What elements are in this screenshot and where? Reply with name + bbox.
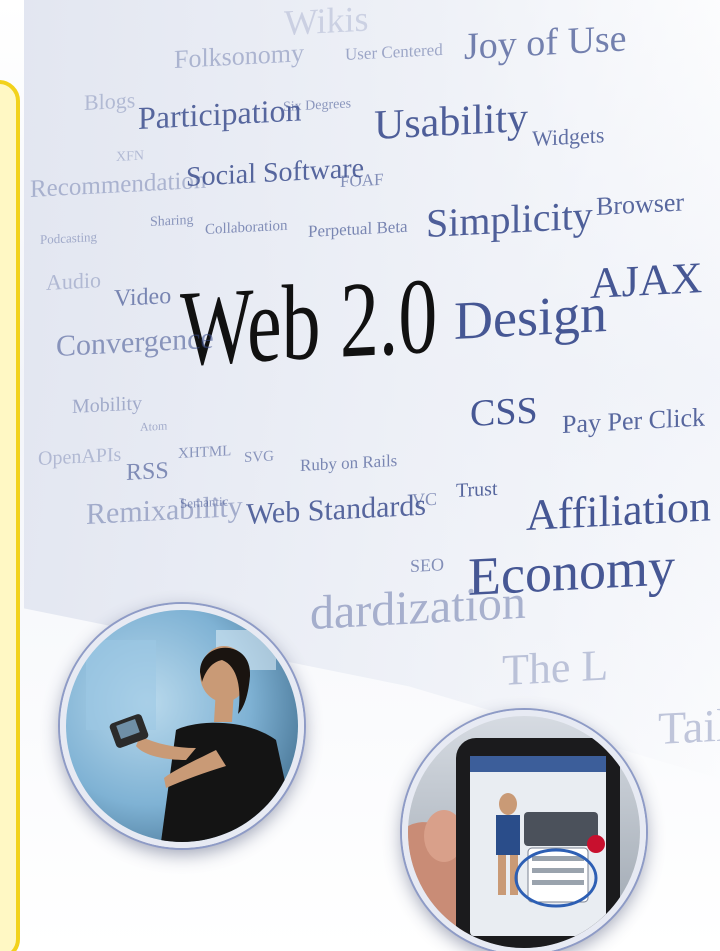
smartphone-image xyxy=(408,716,640,948)
word-affiliation: Affiliation xyxy=(526,481,711,540)
word-atom: Atom xyxy=(140,418,168,434)
word-standardization: dardization xyxy=(310,575,526,640)
word-xhtml: XHTML xyxy=(178,443,232,462)
word-simplicity: Simplicity xyxy=(426,192,593,246)
word-widgets: Widgets xyxy=(532,122,605,151)
word-tail: Tail xyxy=(658,699,720,754)
word-sharing: Sharing xyxy=(150,212,194,230)
word-joy-of-use: Joy of Use xyxy=(464,17,627,69)
woman-with-handheld-photo xyxy=(60,604,304,848)
word-design: Design xyxy=(454,282,607,351)
word-mobility: Mobility xyxy=(72,392,143,418)
word-the-long: The L xyxy=(502,640,609,695)
word-podcasting: Podcasting xyxy=(40,229,98,247)
web20-collage: Wikis Folksonomy User Centered Joy of Us… xyxy=(0,0,720,951)
word-openapis: OpenAPIs xyxy=(38,443,122,470)
word-browser: Browser xyxy=(596,187,685,221)
word-web-2-0: Web 2.0 xyxy=(180,256,438,389)
yellow-frame xyxy=(0,80,20,951)
woman-with-handheld-image xyxy=(66,610,298,842)
word-wikis: Wikis xyxy=(284,0,369,43)
word-rss: RSS xyxy=(126,457,169,486)
smartphone-photo xyxy=(402,710,646,951)
word-blogs: Blogs xyxy=(84,87,136,115)
word-seo: SEO xyxy=(410,554,445,576)
word-trust: Trust xyxy=(456,477,498,502)
word-video: Video xyxy=(114,283,172,312)
word-audio: Audio xyxy=(46,267,101,295)
word-xfn: XFN xyxy=(116,148,145,165)
word-svg: SVG xyxy=(244,448,275,466)
word-usability: Usability xyxy=(374,94,528,149)
word-foaf: FOAF xyxy=(340,169,384,191)
word-css: CSS xyxy=(470,389,538,435)
